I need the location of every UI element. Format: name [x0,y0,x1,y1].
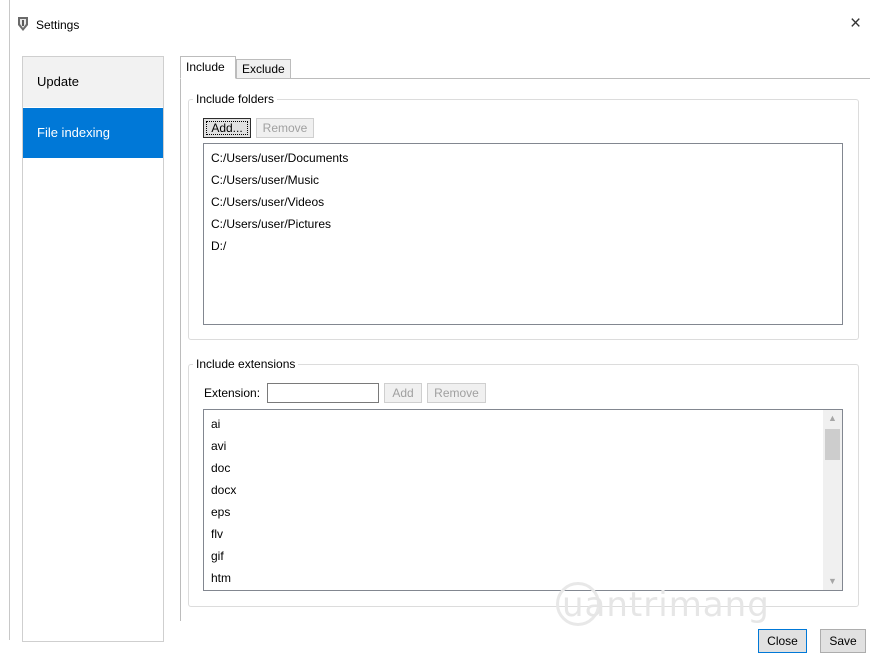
title-bar: Settings × [0,0,870,50]
extension-item[interactable]: docx [204,479,842,501]
extension-list-scrollbar[interactable]: ▲ ▼ [823,410,842,590]
settings-window: Settings × Update File indexing Include … [0,0,870,660]
folder-item[interactable]: C:/Users/user/Pictures [204,213,842,235]
extension-item[interactable]: gif [204,545,842,567]
extension-label: Extension: [204,386,261,400]
sidebar-item-file-indexing[interactable]: File indexing [23,108,163,158]
watermark-text: uantrimang [562,585,770,625]
extension-item[interactable]: doc [204,457,842,479]
save-button[interactable]: Save [820,629,866,653]
include-extensions-legend: Include extensions [193,357,299,371]
folder-item[interactable]: D:/ [204,235,842,257]
folder-list[interactable]: C:/Users/user/Documents C:/Users/user/Mu… [203,143,843,325]
remove-extension-button[interactable]: Remove [427,383,486,403]
sidebar-item-update[interactable]: Update [23,57,163,107]
include-folders-legend: Include folders [193,92,278,106]
folder-item[interactable]: C:/Users/user/Music [204,169,842,191]
scroll-up-icon[interactable]: ▲ [823,410,842,427]
add-extension-button[interactable]: Add [384,383,422,403]
extension-list[interactable]: ai avi doc docx eps flv gif htm ▲ ▼ [203,409,843,591]
window-title: Settings [36,18,80,32]
scroll-down-icon[interactable]: ▼ [823,573,842,590]
folder-item[interactable]: C:/Users/user/Documents [204,147,842,169]
tab-exclude[interactable]: Exclude [236,59,291,79]
folder-item[interactable]: C:/Users/user/Videos [204,191,842,213]
close-button[interactable]: Close [758,629,807,653]
close-icon[interactable]: × [850,14,861,33]
sidebar: Update File indexing [22,56,164,642]
add-folder-button[interactable]: Add... [203,118,251,138]
extension-item[interactable]: avi [204,435,842,457]
window-edge [9,0,10,640]
app-icon [18,17,28,31]
extension-item[interactable]: flv [204,523,842,545]
scrollbar-thumb[interactable] [825,429,840,460]
extension-item[interactable]: eps [204,501,842,523]
tab-include[interactable]: Include [180,56,236,79]
remove-folder-button[interactable]: Remove [256,118,314,138]
extension-input[interactable] [267,383,379,403]
extension-item[interactable]: ai [204,413,842,435]
